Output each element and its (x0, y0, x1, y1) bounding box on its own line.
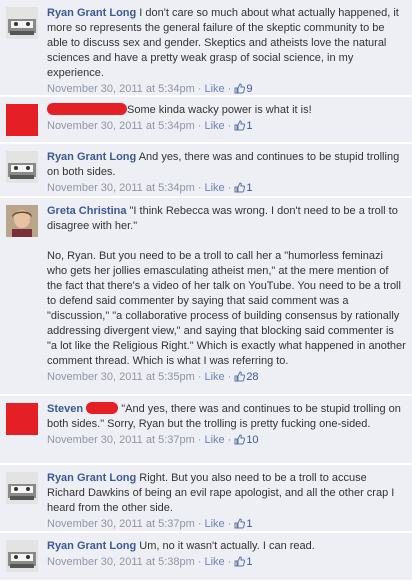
redacted-surname (86, 402, 119, 414)
redacted-author-name (47, 103, 127, 115)
comment: Ryan Grant Long I don't care so much abo… (0, 0, 412, 96)
thumbs-up-icon (234, 182, 246, 193)
like-link[interactable]: Like (204, 434, 224, 446)
like-count[interactable]: 9 (234, 83, 252, 95)
thumbs-up-icon (234, 556, 246, 567)
comment-text: Um, no it wasn't actually. I can read. (139, 540, 315, 552)
timestamp[interactable]: November 30, 2011 at 5:34pm (47, 120, 195, 132)
separator: · (227, 83, 232, 95)
like-count[interactable]: 1 (234, 556, 252, 568)
timestamp[interactable]: November 30, 2011 at 5:38pm (47, 556, 195, 568)
separator: · (197, 120, 202, 132)
author-name[interactable]: Ryan Grant Long (47, 472, 136, 484)
comment: Steven "And yes, there was and continues… (0, 396, 412, 464)
like-count[interactable]: 28 (234, 371, 259, 383)
author-name[interactable]: Ryan Grant Long (47, 540, 136, 552)
avatar[interactable] (6, 151, 38, 183)
author-name[interactable]: Ryan Grant Long (47, 7, 136, 19)
comment-text: Some kinda wacky power is what it is! (127, 104, 312, 116)
avatar-redacted[interactable] (6, 403, 38, 435)
separator: · (227, 518, 232, 530)
like-count[interactable]: 10 (234, 434, 259, 446)
comment-meta: November 30, 2011 at 5:38pm · Like · 1 (47, 555, 406, 570)
avatar[interactable] (6, 205, 38, 237)
comment: Ryan Grant Long And yes, there was and c… (0, 144, 412, 197)
separator: · (197, 434, 202, 446)
thumbs-up-icon (234, 434, 246, 445)
comment: Some kinda wacky power is what it is! No… (0, 97, 412, 143)
timestamp[interactable]: November 30, 2011 at 5:37pm (47, 434, 195, 446)
comment-meta: November 30, 2011 at 5:34pm · Like · 1 (47, 181, 406, 196)
comment-meta: November 30, 2011 at 5:35pm · Like · 28 (47, 370, 406, 385)
thumbs-up-icon (234, 371, 246, 382)
comment: Ryan Grant Long Right. But you also need… (0, 465, 412, 532)
avatar[interactable] (6, 7, 38, 39)
author-name[interactable]: Greta Christina (47, 205, 126, 217)
separator: · (197, 371, 202, 383)
comment-text: Greta Christina "I think Rebecca was wro… (47, 204, 406, 369)
separator: · (227, 120, 232, 132)
avatar-redacted[interactable] (6, 104, 38, 136)
avatar[interactable] (6, 472, 38, 504)
like-link[interactable]: Like (204, 120, 224, 132)
thumbs-up-icon (234, 83, 246, 94)
comment-meta: November 30, 2011 at 5:37pm · Like · 1 (47, 517, 406, 532)
comment-paragraph: No, Ryan. But you need to be a troll to … (47, 250, 406, 367)
like-link[interactable]: Like (204, 182, 224, 194)
separator: · (227, 182, 232, 194)
separator: · (197, 518, 202, 530)
timestamp[interactable]: November 30, 2011 at 5:34pm (47, 182, 195, 194)
thumbs-up-icon (234, 120, 246, 131)
thumbs-up-icon (234, 518, 246, 529)
comment: Ryan Grant Long Um, no it wasn't actuall… (0, 533, 412, 581)
comment-thread: Ryan Grant Long I don't care so much abo… (0, 0, 412, 581)
comment-meta: November 30, 2011 at 5:34pm · Like · 1 (47, 119, 406, 134)
comment: Greta Christina "I think Rebecca was wro… (0, 198, 412, 395)
separator: · (197, 556, 202, 568)
like-link[interactable]: Like (204, 83, 224, 95)
separator: · (197, 182, 202, 194)
like-link[interactable]: Like (204, 518, 224, 530)
like-count[interactable]: 1 (234, 182, 252, 194)
separator: · (227, 434, 232, 446)
timestamp[interactable]: November 30, 2011 at 5:35pm (47, 371, 195, 383)
like-count[interactable]: 1 (234, 120, 252, 132)
like-count[interactable]: 1 (234, 518, 252, 530)
author-name[interactable]: Steven (47, 403, 83, 415)
like-link[interactable]: Like (204, 371, 224, 383)
like-link[interactable]: Like (204, 556, 224, 568)
separator: · (197, 83, 202, 95)
separator: · (227, 556, 232, 568)
timestamp[interactable]: November 30, 2011 at 5:37pm (47, 518, 195, 530)
separator: · (227, 371, 232, 383)
comment-meta: November 30, 2011 at 5:34pm · Like · 9 (47, 82, 406, 97)
avatar[interactable] (6, 540, 38, 572)
author-name[interactable]: Ryan Grant Long (47, 151, 136, 163)
comment-meta: November 30, 2011 at 5:37pm · Like · 10 (47, 433, 406, 448)
timestamp[interactable]: November 30, 2011 at 5:34pm (47, 83, 195, 95)
